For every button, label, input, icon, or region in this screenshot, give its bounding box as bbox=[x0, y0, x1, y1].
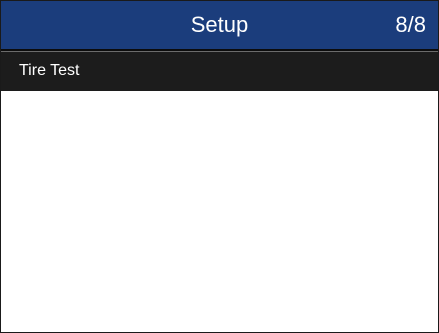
menu-item-tire-test[interactable]: Tire Test bbox=[1, 51, 438, 91]
menu-item-label: Tire Test bbox=[19, 62, 80, 79]
page-title: Setup bbox=[190, 12, 249, 37]
device-screen: Setup 8/8 Tire Test bbox=[0, 0, 439, 333]
page-indicator: 8/8 bbox=[395, 12, 426, 37]
menu-list: Tire Test bbox=[1, 51, 438, 332]
header-bar: Setup 8/8 bbox=[1, 1, 438, 51]
